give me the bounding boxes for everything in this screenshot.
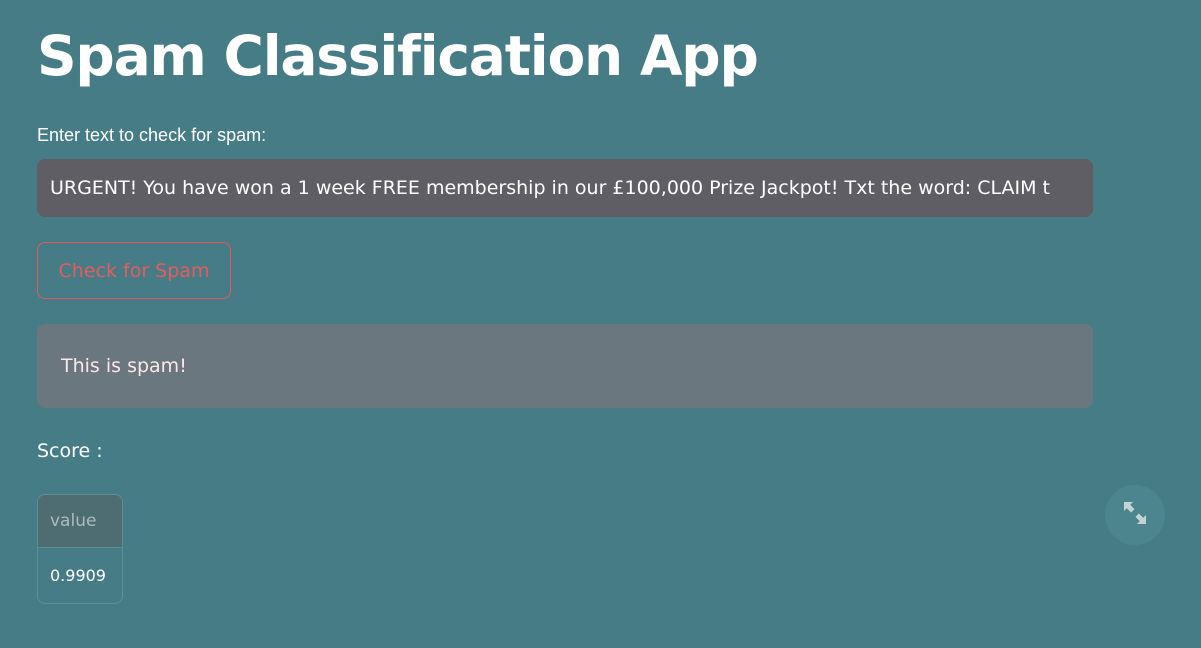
page-title: Spam Classification App [37,24,759,88]
text-input-label: Enter text to check for spam: [37,125,267,145]
result-message: This is spam! [61,355,187,377]
score-label: Score : [37,440,103,462]
score-table-cell[interactable]: 0.9909 [38,548,122,603]
spam-text-input[interactable] [37,159,1093,217]
check-for-spam-button[interactable]: Check for Spam [37,242,231,299]
app-page: Spam Classification App Enter text to ch… [0,0,1201,648]
expand-arrows-icon [1122,500,1148,530]
fullscreen-button[interactable] [1105,485,1165,545]
result-alert: This is spam! [37,324,1093,408]
score-table[interactable]: value 0.9909 [37,494,123,604]
score-table-header[interactable]: value [38,495,122,548]
